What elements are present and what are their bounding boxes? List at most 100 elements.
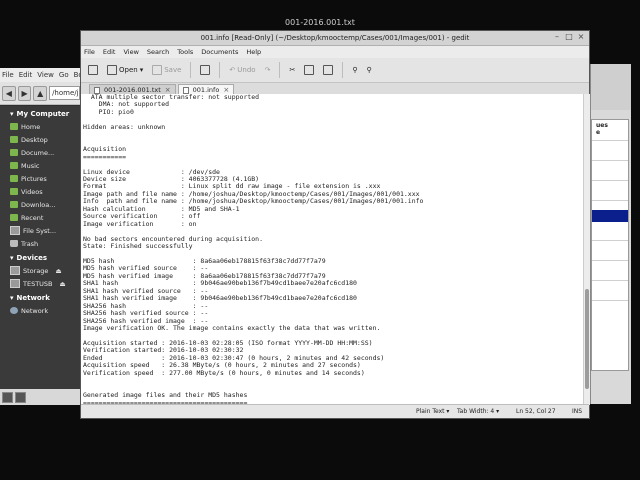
menu-help[interactable]: Help	[246, 48, 261, 56]
maximize-icon[interactable]: □	[565, 33, 573, 41]
text-editor-area[interactable]: ATA multiple sector transfer: not suppor…	[81, 94, 583, 405]
new-document-button[interactable]	[85, 61, 101, 79]
window-titlebar[interactable]: 001.info [Read-Only] (~/Desktop/kmooctem…	[81, 31, 589, 46]
undo-button[interactable]: ↶ Undo	[226, 61, 258, 79]
minimize-icon[interactable]: –	[553, 33, 561, 41]
window-title: 001.info [Read-Only] (~/Desktop/kmooctem…	[200, 34, 470, 42]
menu-search[interactable]: Search	[147, 48, 169, 56]
folder-icon	[10, 201, 18, 208]
menu-file[interactable]: File	[84, 48, 95, 56]
expander-icon: ▾	[10, 110, 14, 118]
sidebar-item-testusb[interactable]: TESTUSB ⏏	[0, 277, 80, 290]
sidebar-section-my-computer[interactable]: ▾ My Computer	[0, 106, 80, 120]
sidebar-item-storage[interactable]: Storage ⏏	[0, 264, 80, 277]
sidebar-item-file-system[interactable]: File Syst...	[0, 224, 80, 237]
file-manager-window: File Edit View Go Book ◀ ▶ ▲ /home/j ▾My…	[0, 68, 91, 405]
menu-documents[interactable]: Documents	[201, 48, 238, 56]
folder-icon	[10, 136, 18, 143]
scrollbar-thumb[interactable]	[585, 289, 589, 389]
sidebar-item-documents[interactable]: Docume...	[0, 146, 80, 159]
file-manager-bottom-bar	[0, 389, 82, 405]
folder-icon	[10, 149, 18, 156]
sidebar-item-recent[interactable]: Recent	[0, 211, 80, 224]
gedit-toolbar: Open ▾ Save ↶ Undo ↷ ✂ ⚲ ⚲	[81, 58, 589, 83]
copy-button[interactable]	[301, 61, 317, 79]
tab-width-selector[interactable]: Tab Width: 4 ▾	[457, 408, 499, 415]
file-manager-sidebar: ▾ My Computer Home Desktop Docume... Musi…	[0, 106, 80, 389]
insert-mode: INS	[572, 408, 583, 415]
save-icon	[152, 65, 163, 75]
close-icon[interactable]: ×	[577, 33, 585, 41]
grid-line	[592, 200, 628, 201]
folder-icon	[10, 123, 18, 130]
menu-tools[interactable]: Tools	[177, 48, 193, 56]
background-right-toolbar	[591, 64, 631, 110]
paste-button[interactable]	[320, 61, 336, 79]
sidebar-section-devices[interactable]: ▾ Devices	[0, 250, 80, 264]
language-selector[interactable]: Plain Text ▾	[416, 408, 449, 415]
sidebar-item-pictures[interactable]: Pictures	[0, 172, 80, 185]
find-button[interactable]: ⚲	[349, 61, 360, 79]
grid-line	[592, 240, 628, 241]
find-replace-button[interactable]: ⚲	[363, 61, 374, 79]
printer-icon	[200, 65, 211, 75]
document-icon	[94, 87, 100, 94]
toolbar-separator	[190, 62, 192, 78]
sidebar-section-network[interactable]: ▾ Network	[0, 290, 80, 304]
grid-line	[592, 280, 628, 281]
sidebar-item-network[interactable]: Network	[0, 304, 80, 317]
background-right-window: ues e	[590, 64, 631, 404]
redo-button[interactable]: ↷	[262, 61, 274, 79]
new-document-icon	[88, 65, 98, 75]
fm-menu-edit[interactable]: Edit	[19, 71, 33, 79]
back-arrow-icon[interactable]: ◀	[2, 85, 16, 101]
fm-menu-view[interactable]: View	[37, 71, 54, 79]
vertical-scrollbar[interactable]	[583, 94, 590, 405]
sidebar-item-home[interactable]: Home	[0, 120, 80, 133]
sidebar-item-trash[interactable]: Trash	[0, 237, 80, 250]
location-path[interactable]: /home/j	[49, 86, 81, 100]
eject-icon[interactable]: ⏏	[60, 280, 66, 288]
grid-line	[592, 160, 628, 161]
menu-edit[interactable]: Edit	[103, 48, 116, 56]
scissors-icon: ✂	[289, 66, 296, 74]
print-button[interactable]	[197, 61, 213, 79]
grid-line	[592, 180, 628, 181]
document-icon	[182, 87, 189, 94]
undo-icon: ↶	[229, 66, 236, 74]
menu-view[interactable]: View	[123, 48, 138, 56]
open-button[interactable]: Open ▾	[104, 61, 146, 79]
sidebar-item-downloads[interactable]: Downloa...	[0, 198, 80, 211]
grid-line	[592, 140, 628, 141]
gedit-menubar: File Edit View Search Tools Documents He…	[81, 46, 589, 58]
tree-toggle-icon[interactable]	[15, 391, 26, 403]
open-folder-icon	[107, 65, 117, 75]
fm-menu-file[interactable]: File	[2, 71, 14, 79]
column-caption: ues e	[596, 122, 608, 136]
cut-button[interactable]: ✂	[286, 61, 298, 79]
sidebar-item-videos[interactable]: Videos	[0, 185, 80, 198]
folder-icon	[10, 162, 18, 169]
sidebar-item-desktop[interactable]: Desktop	[0, 133, 80, 146]
drive-icon	[10, 226, 20, 235]
expander-icon: ▾	[10, 254, 14, 262]
gedit-window: 001.info [Read-Only] (~/Desktop/kmooctem…	[80, 30, 590, 419]
forward-arrow-icon[interactable]: ▶	[17, 85, 32, 101]
folder-icon	[10, 188, 18, 195]
places-toggle-icon[interactable]	[2, 391, 13, 403]
background-right-grid: ues e	[591, 119, 629, 371]
up-arrow-icon[interactable]: ▲	[33, 85, 48, 101]
sidebar-item-music[interactable]: Music	[0, 159, 80, 172]
folder-icon	[10, 175, 18, 182]
chevron-down-icon: ▾	[139, 66, 144, 74]
drive-icon	[10, 279, 20, 288]
fm-menu-go[interactable]: Go	[59, 71, 69, 79]
save-button[interactable]: Save	[149, 61, 184, 79]
eject-icon[interactable]: ⏏	[55, 267, 61, 275]
network-icon	[10, 307, 18, 314]
cursor-position: Ln 52, Col 27	[516, 408, 556, 415]
selected-row[interactable]	[592, 210, 628, 222]
document-text[interactable]: ATA multiple sector transfer: not suppor…	[81, 94, 583, 405]
redo-icon: ↷	[264, 66, 271, 74]
status-bar: Plain Text ▾ Tab Width: 4 ▾ Ln 52, Col 2…	[81, 404, 589, 418]
